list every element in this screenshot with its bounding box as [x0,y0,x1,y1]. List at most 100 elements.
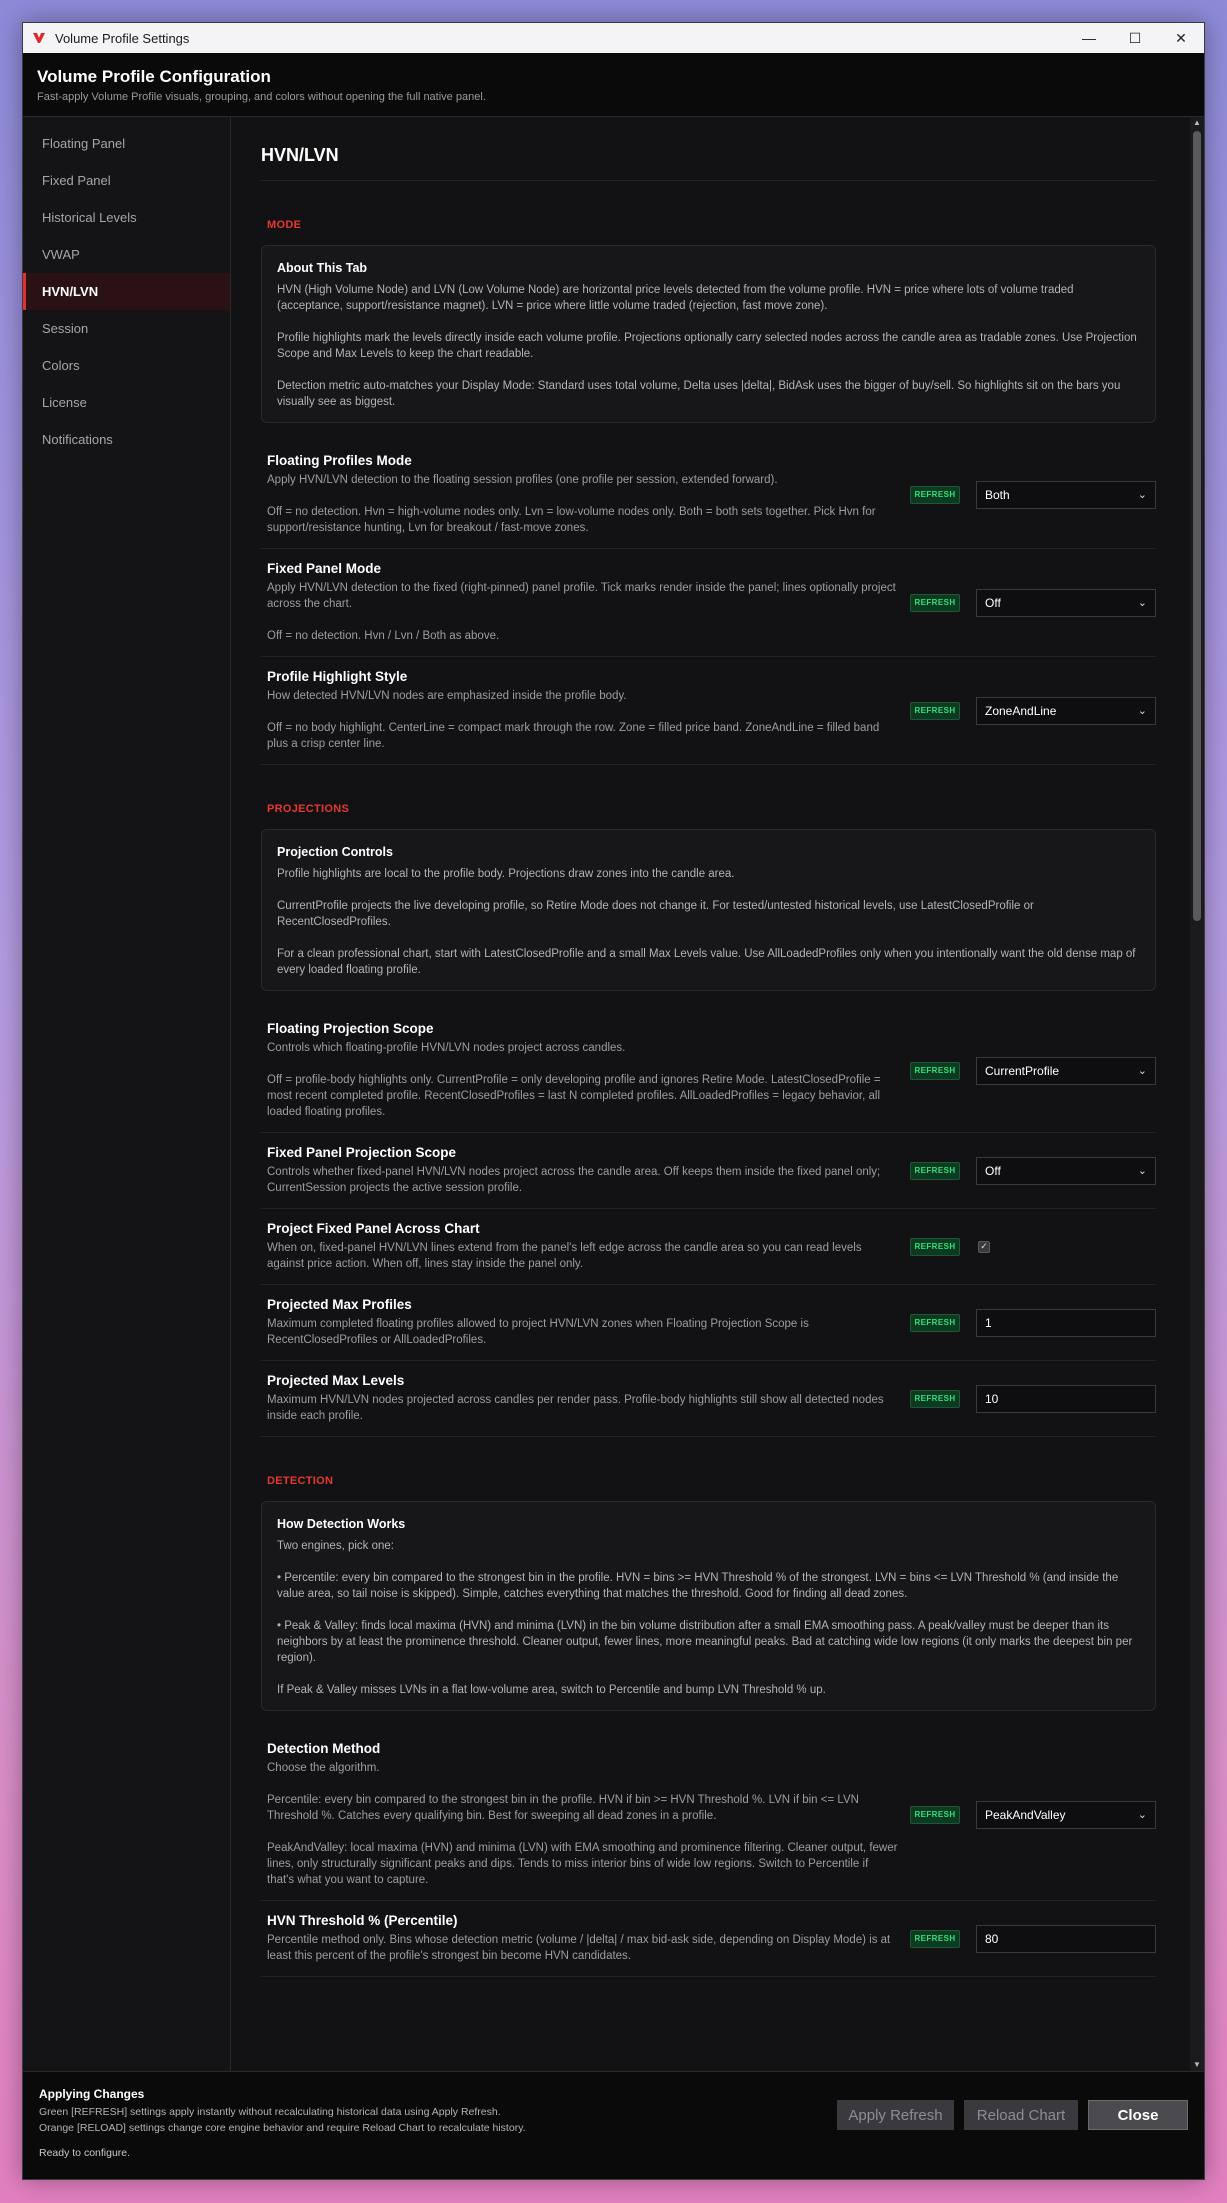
section-mode-label: MODE [267,219,302,231]
refresh-badge: REFRESH [910,1313,960,1332]
setting-desc: Controls which floating-profile HVN/LVN … [267,1042,626,1054]
sidebar-item-historical-levels[interactable]: Historical Levels [23,199,230,236]
refresh-badge: REFRESH [910,701,960,720]
page-title: HVN/LVN [261,145,1156,181]
setting-desc: Percentile method only. Bins whose detec… [267,1934,891,1962]
select-value: Off [985,1163,1001,1178]
floating-projection-scope-select[interactable]: CurrentProfile ⌄ [976,1056,1156,1085]
sidebar-item-license[interactable]: License [23,384,230,421]
setting-desc: PeakAndValley: local maxima (HVN) and mi… [267,1842,898,1886]
how-detection-text: If Peak & Valley misses LVNs in a flat l… [277,1684,826,1696]
scroll-up-icon[interactable]: ▲ [1190,117,1204,129]
floating-profiles-mode-select[interactable]: Both ⌄ [976,480,1156,509]
close-window-button[interactable]: ✕ [1158,23,1204,53]
sidebar-item-vwap[interactable]: VWAP [23,236,230,273]
setting-title: Projected Max Levels [267,1373,405,1388]
fixed-panel-projection-scope-select[interactable]: Off ⌄ [976,1156,1156,1185]
how-detection-works-box: How Detection Works Two engines, pick on… [261,1501,1156,1711]
setting-desc: Off = no body highlight. CenterLine = co… [267,722,880,750]
sidebar-item-notifications[interactable]: Notifications [23,421,230,458]
apply-refresh-button[interactable]: Apply Refresh [837,2100,954,2130]
project-fixed-panel-checkbox[interactable]: ✓ [978,1240,990,1253]
projection-controls-text: For a clean professional chart, start wi… [277,948,1136,976]
select-value: CurrentProfile [985,1063,1060,1078]
sidebar-item-fixed-panel[interactable]: Fixed Panel [23,162,230,199]
section-projections-label: PROJECTIONS [267,803,350,815]
dialog-body: Floating Panel Fixed Panel Historical Le… [23,117,1204,2071]
profile-highlight-style-select[interactable]: ZoneAndLine ⌄ [976,696,1156,725]
setting-profile-highlight-style: Profile Highlight Style How detected HVN… [261,657,1156,765]
about-tab-text: Profile highlights mark the levels direc… [277,332,1137,360]
section-detection-label: DETECTION [267,1475,334,1487]
select-value: Both [985,487,1010,502]
setting-desc: How detected HVN/LVN nodes are emphasize… [267,690,627,702]
setting-title: Detection Method [267,1741,381,1756]
refresh-badge: REFRESH [910,1929,960,1948]
maximize-button[interactable]: ☐ [1112,23,1158,53]
refresh-badge: REFRESH [910,1237,960,1256]
scroll-down-icon[interactable]: ▼ [1190,2059,1204,2071]
footer: Applying Changes Green [REFRESH] setting… [23,2071,1204,2179]
footer-line: Green [REFRESH] settings apply instantly… [39,2106,501,2118]
setting-title: Profile Highlight Style [267,669,408,684]
setting-desc: Off = no detection. Hvn = high-volume no… [267,506,876,534]
setting-projected-max-profiles: Projected Max Profiles Maximum completed… [261,1285,1156,1361]
setting-detection-method: Detection Method Choose the algorithm. Pe… [261,1729,1156,1901]
dialog-title: Volume Profile Configuration [37,67,271,86]
refresh-badge: REFRESH [910,1389,960,1408]
fixed-panel-mode-select[interactable]: Off ⌄ [976,588,1156,617]
how-detection-text: Two engines, pick one: [277,1540,394,1552]
sidebar-item-session[interactable]: Session [23,310,230,347]
about-tab-title: About This Tab [277,261,368,275]
sidebar-item-colors[interactable]: Colors [23,347,230,384]
chevron-down-icon: ⌄ [1137,1065,1147,1077]
refresh-badge: REFRESH [910,1061,960,1080]
select-value: PeakAndValley [985,1807,1066,1822]
setting-desc: Maximum HVN/LVN nodes projected across c… [267,1394,884,1422]
about-tab-text: Detection metric auto-matches your Displ… [277,380,1121,408]
setting-title: Floating Projection Scope [267,1021,434,1036]
status-text: Ready to configure. [39,2147,131,2159]
projection-controls-text: Profile highlights are local to the prof… [277,868,735,880]
setting-title: Project Fixed Panel Across Chart [267,1221,480,1236]
setting-fixed-panel-projection-scope: Fixed Panel Projection Scope Controls wh… [261,1133,1156,1209]
about-tab-text: HVN (High Volume Node) and LVN (Low Volu… [277,284,1074,312]
about-tab-box: About This Tab HVN (High Volume Node) an… [261,245,1156,423]
minimize-button[interactable]: — [1066,23,1112,53]
setting-title: Fixed Panel Projection Scope [267,1145,457,1160]
setting-desc: Maximum completed floating profiles allo… [267,1318,809,1346]
setting-project-fixed-panel-across-chart: Project Fixed Panel Across Chart When on… [261,1209,1156,1285]
how-detection-text: • Percentile: every bin compared to the … [277,1572,1119,1600]
projected-max-profiles-input[interactable]: 1 [976,1308,1156,1337]
title-bar: Volume Profile Settings — ☐ ✕ [23,23,1204,53]
select-value: ZoneAndLine [985,703,1057,718]
chevron-down-icon: ⌄ [1137,489,1147,501]
select-value: Off [985,595,1001,610]
setting-hvn-threshold: HVN Threshold % (Percentile) Percentile … [261,1901,1156,1977]
refresh-badge: REFRESH [910,1161,960,1180]
close-button[interactable]: Close [1088,2100,1188,2130]
projected-max-levels-input[interactable]: 10 [976,1384,1156,1413]
setting-title: Floating Profiles Mode [267,453,412,468]
sidebar-item-hvn-lvn[interactable]: HVN/LVN [23,273,230,310]
setting-desc: Controls whether fixed-panel HVN/LVN nod… [267,1166,881,1194]
reload-chart-button[interactable]: Reload Chart [964,2100,1078,2130]
setting-fixed-panel-mode: Fixed Panel Mode Apply HVN/LVN detection… [261,549,1156,657]
projection-controls-box: Projection Controls Profile highlights a… [261,829,1156,991]
how-detection-text: • Peak & Valley: finds local maxima (HVN… [277,1620,1133,1664]
settings-content: HVN/LVN MODE About This Tab HVN (High Vo… [261,117,1156,1977]
sidebar-item-floating-panel[interactable]: Floating Panel [23,125,230,162]
vertical-scrollbar[interactable]: ▲ ▼ [1190,117,1204,2071]
setting-projected-max-levels: Projected Max Levels Maximum HVN/LVN nod… [261,1361,1156,1437]
setting-desc: When on, fixed-panel HVN/LVN lines exten… [267,1242,862,1270]
settings-window: Volume Profile Settings — ☐ ✕ Volume Pro… [22,22,1205,2180]
projection-controls-text: CurrentProfile projects the live develop… [277,900,1034,928]
setting-desc: Off = no detection. Hvn / Lvn / Both as … [267,630,500,642]
hvn-threshold-input[interactable]: 80 [976,1924,1156,1953]
checkmark-icon: ✓ [980,1241,988,1251]
detection-method-select[interactable]: PeakAndValley ⌄ [976,1800,1156,1829]
scrollbar-thumb[interactable] [1193,131,1201,921]
refresh-badge: REFRESH [910,1805,960,1824]
how-detection-works-title: How Detection Works [277,1517,406,1531]
refresh-badge: REFRESH [910,485,960,504]
